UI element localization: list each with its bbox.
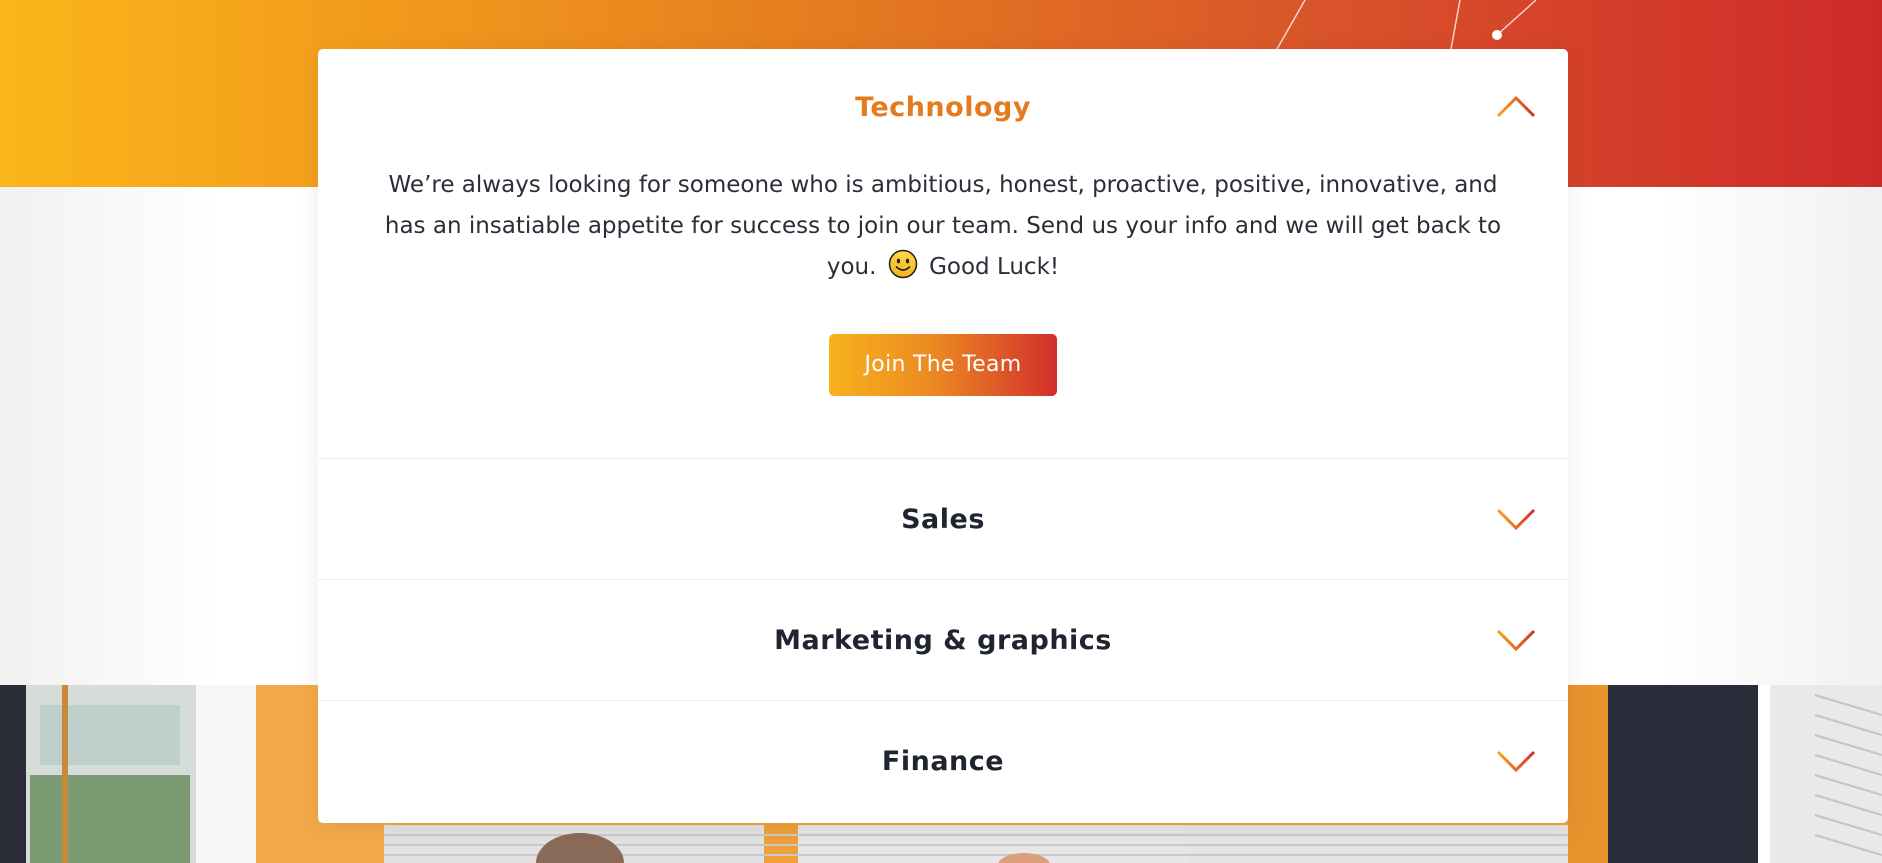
accordion-title: Marketing & graphics [774, 624, 1112, 656]
accordion-header-technology[interactable]: Technology [318, 49, 1568, 165]
join-the-team-button[interactable]: Join The Team [829, 334, 1057, 396]
accordion-header-sales[interactable]: Sales [318, 459, 1568, 579]
good-luck-text: Good Luck! [929, 254, 1060, 280]
accordion-item-marketing-graphics: Marketing & graphics [318, 580, 1568, 701]
accordion-header-marketing-graphics[interactable]: Marketing & graphics [318, 580, 1568, 700]
accordion-title: Finance [881, 745, 1005, 777]
recruiting-message: We’re always looking for someone who is … [378, 165, 1508, 288]
smiley-icon [888, 249, 917, 279]
chevron-down-icon[interactable] [1496, 749, 1536, 773]
accordion-item-finance: Finance [318, 701, 1568, 821]
chevron-down-icon[interactable] [1496, 507, 1536, 531]
accordion-item-sales: Sales [318, 459, 1568, 580]
chevron-up-icon[interactable] [1496, 95, 1536, 119]
departments-accordion: Technology We’re always looking for some… [318, 49, 1568, 823]
chevron-down-icon[interactable] [1496, 628, 1536, 652]
accordion-title: Sales [901, 503, 985, 535]
accordion-panel-technology: We’re always looking for someone who is … [318, 165, 1568, 458]
accordion-item-technology: Technology We’re always looking for some… [318, 49, 1568, 459]
accordion-title: Technology [855, 91, 1031, 123]
accordion-header-finance[interactable]: Finance [318, 701, 1568, 821]
